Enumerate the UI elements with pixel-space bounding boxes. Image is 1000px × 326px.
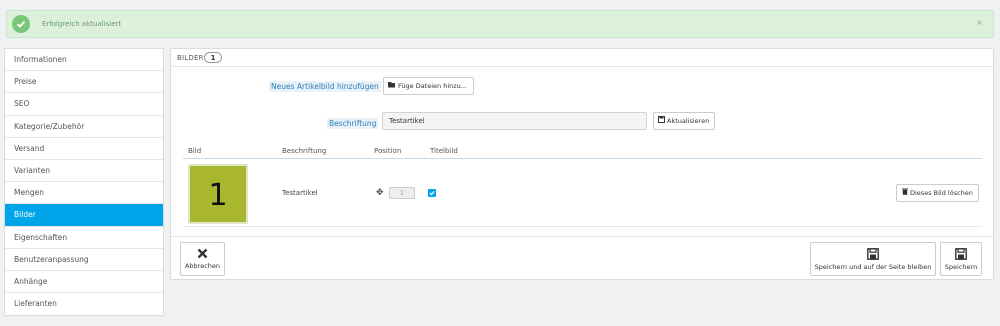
folder-open-icon: [388, 78, 396, 94]
caption-input[interactable]: Testartikel: [382, 112, 647, 130]
save-and-stay-button-label: Speichern und auf der Seite bleiben: [814, 263, 932, 271]
column-header-position: Position: [374, 147, 402, 155]
column-header-beschriftung: Beschriftung: [282, 147, 327, 155]
drag-move-icon[interactable]: ✥: [376, 188, 384, 198]
footer-divider: [171, 236, 993, 237]
sidebar-item-preise[interactable]: Preise: [5, 71, 163, 94]
cancel-button[interactable]: Abbrechen: [180, 242, 225, 276]
panel-title: BILDER: [177, 54, 204, 62]
position-input: 1: [389, 187, 415, 199]
add-files-button[interactable]: Füge Dateien hinzu...: [383, 77, 474, 95]
column-header-bild: Bild: [188, 147, 202, 155]
save-button-label: Speichern: [944, 263, 978, 271]
row-caption: Testartikel: [282, 189, 318, 197]
add-image-label: Neues Artikelbild hinzufügen: [269, 81, 381, 92]
caption-label: Beschriftung: [327, 118, 379, 129]
success-alert: Erfolgreich aktualisiert ×: [6, 10, 994, 38]
images-panel: BILDER 1 Neues Artikelbild hinzufügen Fü…: [170, 48, 994, 280]
check-circle-icon: [12, 15, 30, 33]
save-icon: [658, 113, 665, 129]
update-caption-button-label: Aktualisieren: [667, 117, 710, 125]
sidebar-item-mengen[interactable]: Mengen: [5, 182, 163, 205]
alert-message: Erfolgreich aktualisiert: [42, 20, 122, 28]
image-thumbnail[interactable]: 1: [188, 164, 248, 224]
sidebar-item-versand[interactable]: Versand: [5, 138, 163, 160]
column-header-titelbild: Titelbild: [430, 147, 458, 155]
sidebar-item-informationen[interactable]: Informationen: [5, 49, 163, 72]
image-count-badge: 1: [204, 52, 222, 63]
close-icon[interactable]: ×: [976, 18, 983, 27]
sidebar-item-benutzeranpassung[interactable]: Benutzeranpassung: [5, 249, 163, 271]
sidebar-item-anhaenge[interactable]: Anhänge: [5, 271, 163, 294]
update-caption-button[interactable]: Aktualisieren: [653, 112, 715, 130]
close-x-icon: [197, 248, 208, 259]
cancel-button-label: Abbrechen: [184, 262, 221, 270]
product-tabs-sidebar: Informationen Preise SEO Kategorie/Zubeh…: [4, 48, 164, 317]
sidebar-item-seo[interactable]: SEO: [5, 93, 163, 116]
delete-image-button-label: Dieses Bild löschen: [910, 189, 973, 197]
delete-image-button[interactable]: Dieses Bild löschen: [896, 184, 979, 202]
save-icon: [867, 248, 879, 260]
sidebar-item-bilder[interactable]: Bilder: [5, 204, 163, 227]
sidebar-item-lieferanten[interactable]: Lieferanten: [5, 293, 163, 315]
thumbnail-number: 1: [208, 178, 228, 213]
panel-header: BILDER 1: [171, 49, 993, 67]
trash-icon: [902, 185, 908, 201]
save-icon: [955, 248, 967, 260]
add-files-button-label: Füge Dateien hinzu...: [398, 82, 467, 90]
sidebar-item-varianten[interactable]: Varianten: [5, 160, 163, 183]
row-divider: [183, 226, 982, 227]
save-button[interactable]: Speichern: [940, 242, 982, 276]
sidebar-item-eigenschaften[interactable]: Eigenschaften: [5, 227, 163, 249]
save-and-stay-button[interactable]: Speichern und auf der Seite bleiben: [810, 242, 936, 276]
cover-checkbox[interactable]: [428, 189, 436, 197]
header-divider: [183, 158, 982, 159]
sidebar-item-kategorie[interactable]: Kategorie/Zubehör: [5, 116, 163, 138]
